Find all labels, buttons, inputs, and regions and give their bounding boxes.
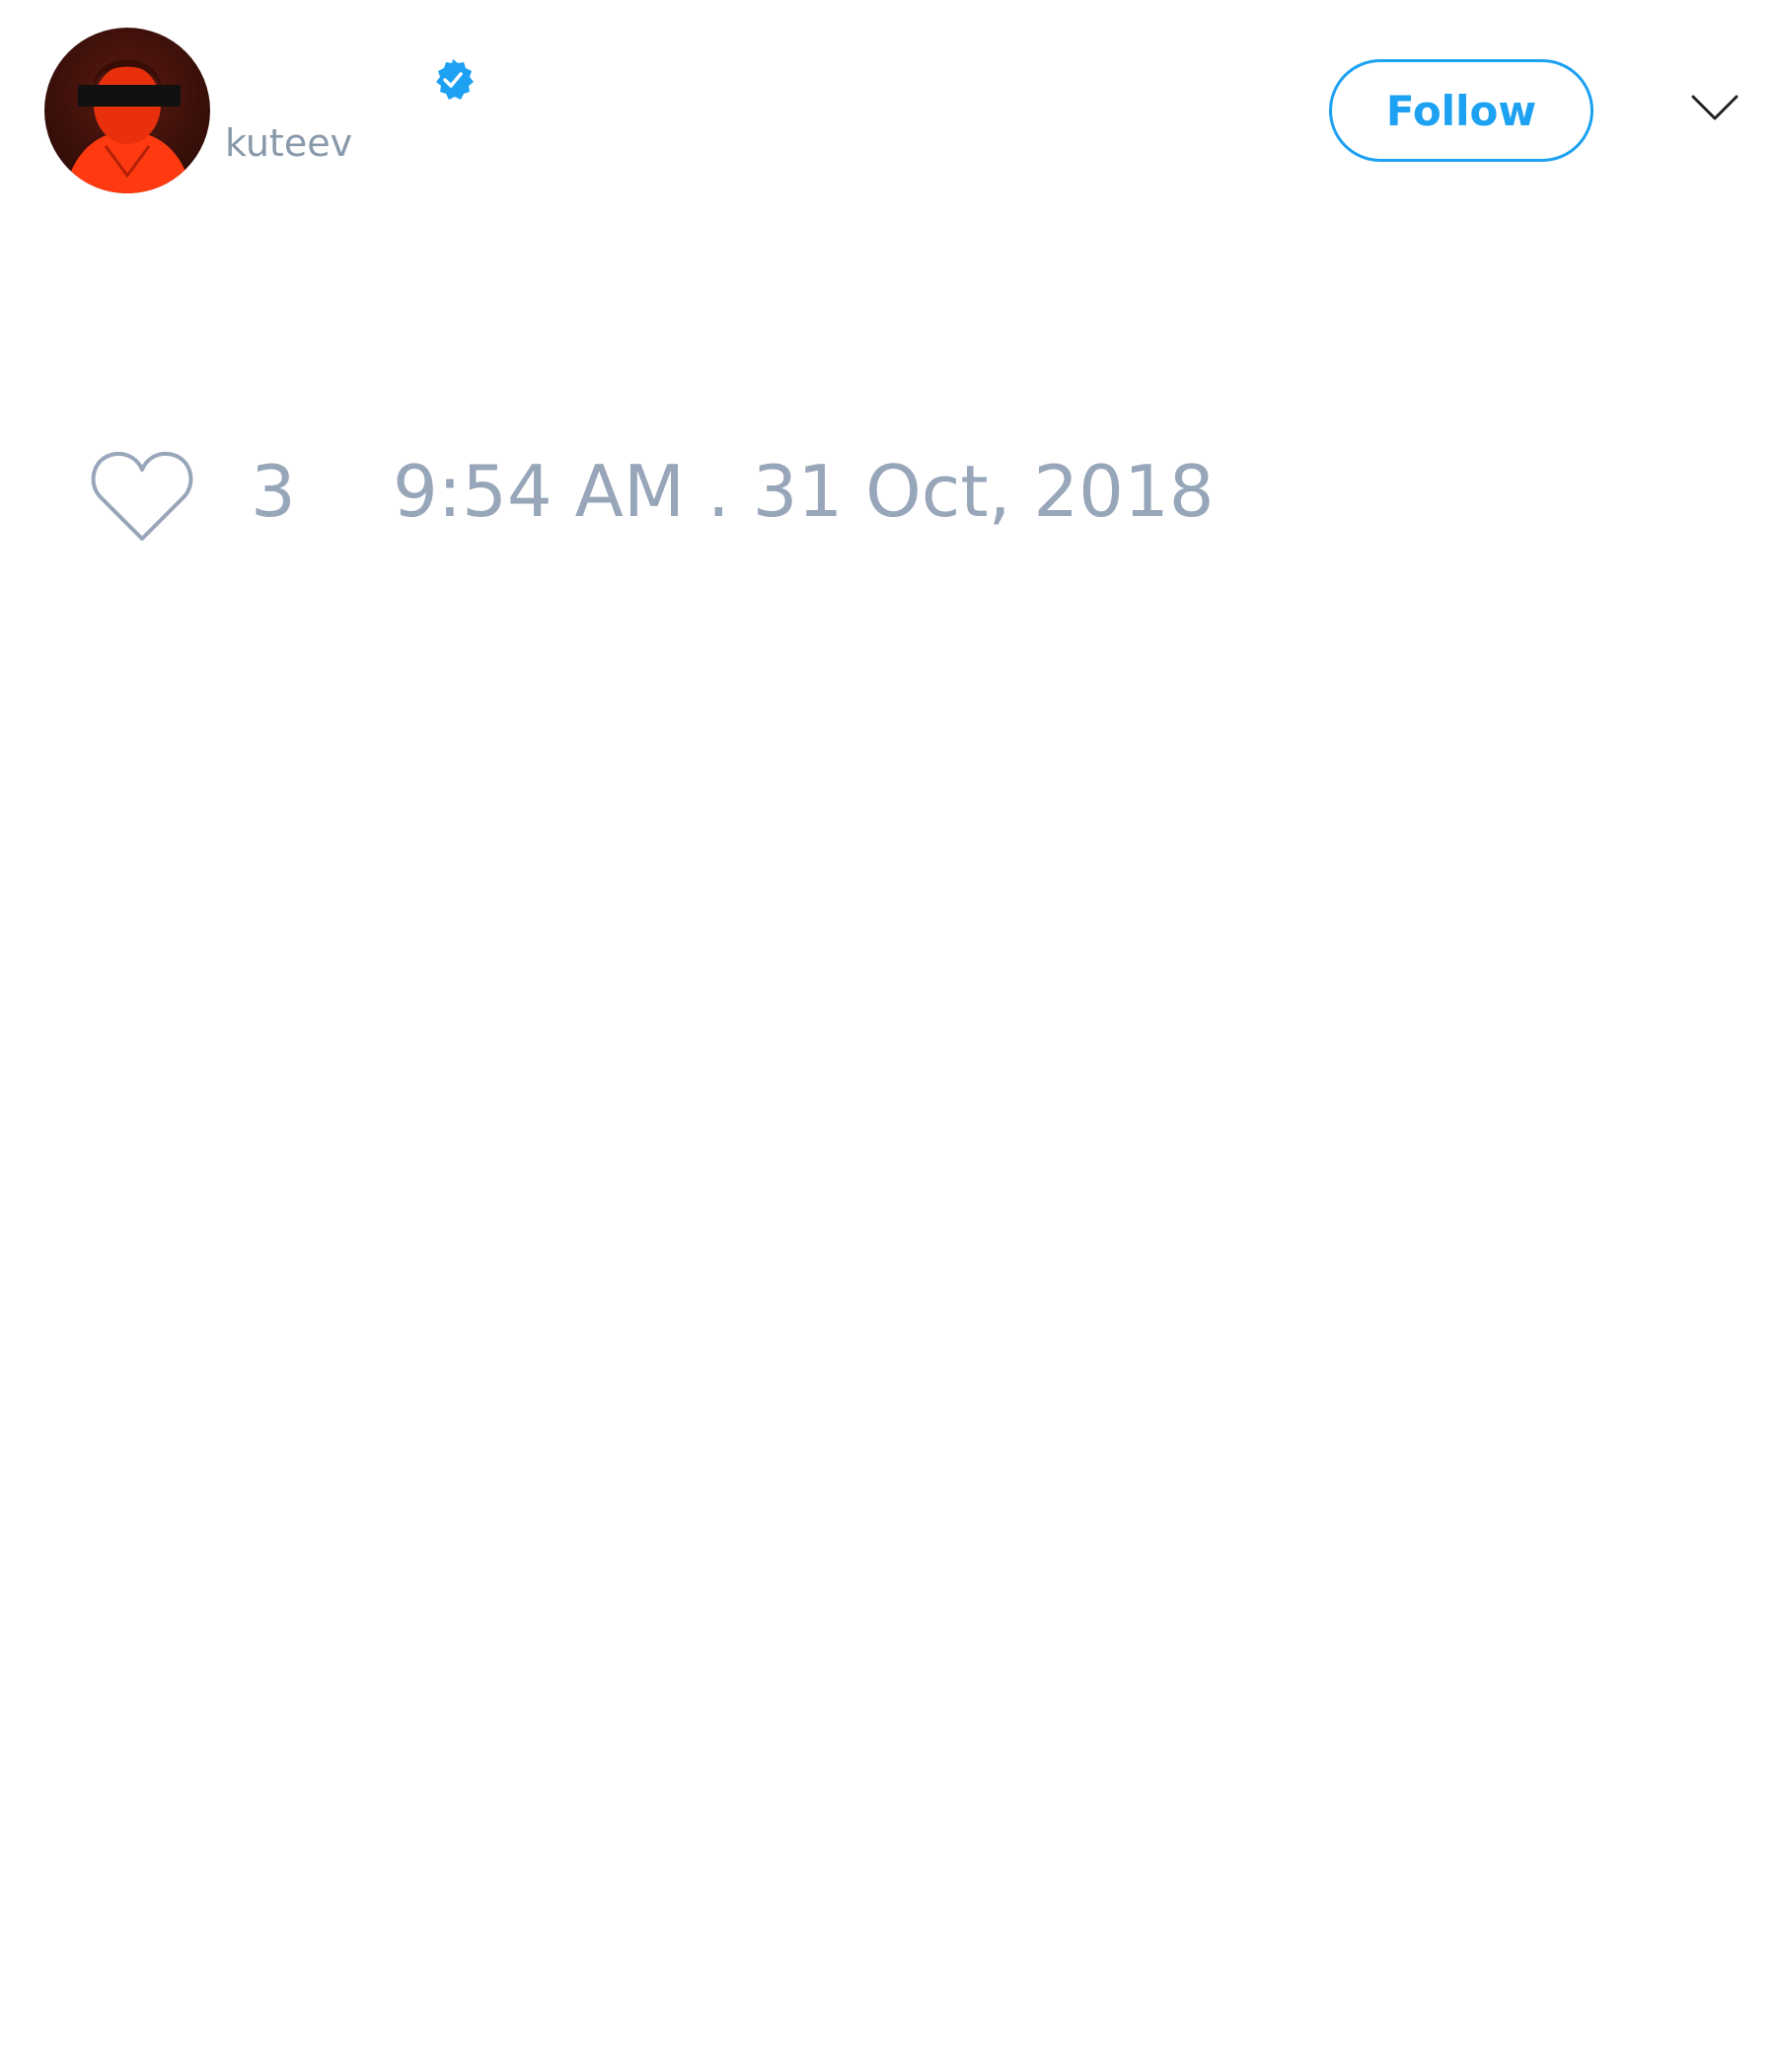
like-count: 3 [251, 450, 296, 533]
follow-button[interactable]: Follow [1329, 59, 1593, 162]
avatar-photo [44, 28, 210, 193]
chevron-down-icon[interactable] [1690, 89, 1739, 128]
heart-icon[interactable] [89, 446, 195, 545]
avatar[interactable] [44, 28, 210, 193]
verified-badge-icon [430, 57, 476, 103]
author-handle[interactable]: kuteev [225, 124, 352, 162]
tweet-timestamp[interactable]: 9:54 AM . 31 Oct, 2018 [393, 456, 1215, 527]
